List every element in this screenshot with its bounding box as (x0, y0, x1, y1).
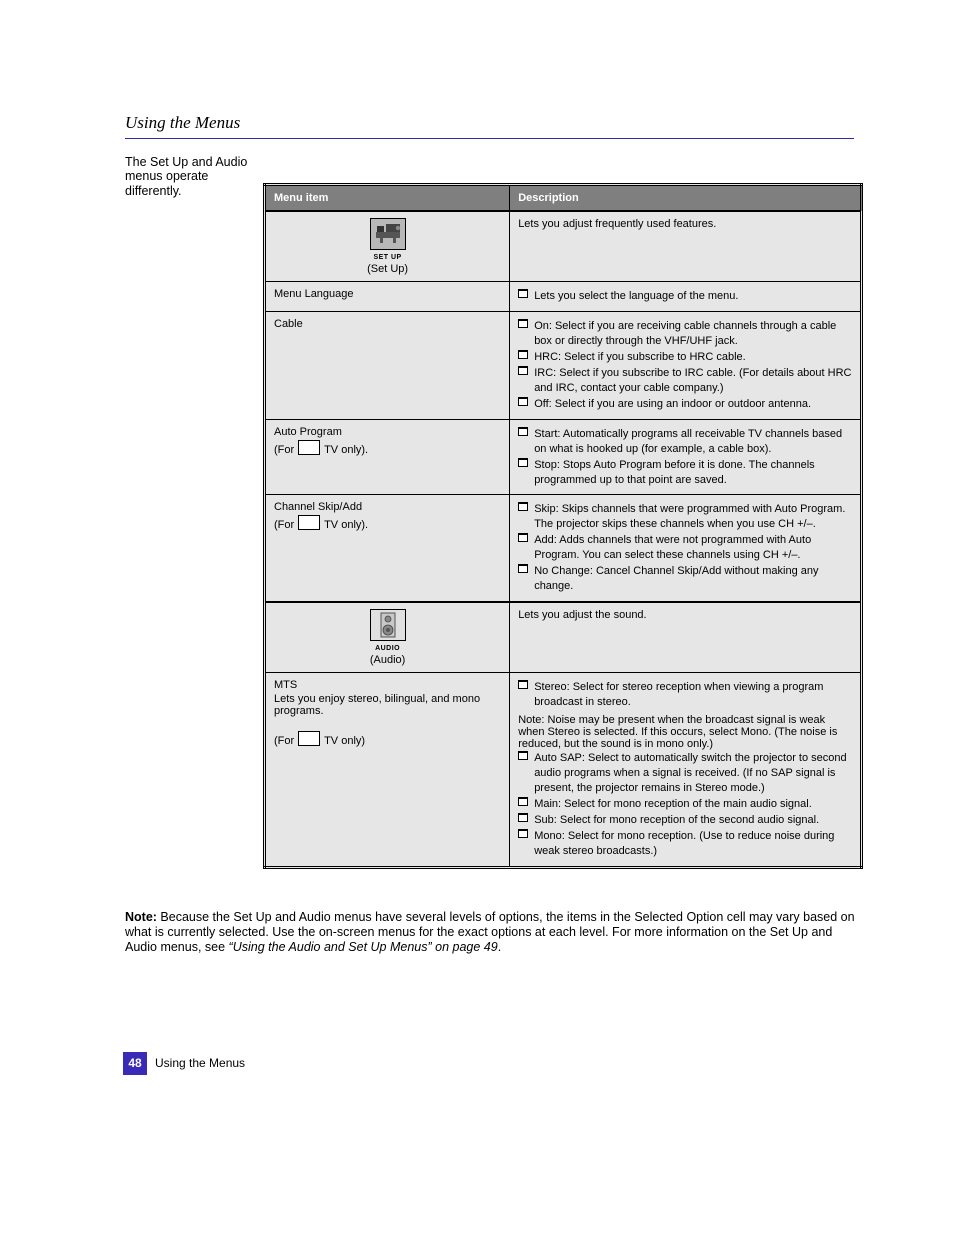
option-item: Skip: Skips channels that were programme… (518, 502, 852, 532)
bullet-icon (518, 427, 528, 436)
option-item: Off: Select if you are using an indoor o… (518, 397, 852, 412)
option-item: IRC: Select if you subscribe to IRC cabl… (518, 366, 852, 396)
bullet-icon (518, 829, 528, 838)
menu-cell: Auto Program(For TV only). (265, 419, 510, 495)
option-note: Note: Noise may be present when the broa… (518, 714, 852, 750)
setup-icon: SET UP (Set Up) (274, 218, 501, 275)
page-number-badge: 48 (123, 1052, 147, 1075)
option-list: Stereo: Select for stereo reception when… (518, 680, 852, 859)
lead-paragraph: The Set Up and Audio menus operate diffe… (125, 155, 255, 198)
option-item: Stop: Stops Auto Program before it is do… (518, 458, 852, 488)
option-item: HRC: Select if you subscribe to HRC cabl… (518, 350, 852, 365)
table-row: Channel Skip/Add(For TV only). Skip: Skip… (265, 495, 862, 602)
option-item: Stereo: Select for stereo reception when… (518, 680, 852, 710)
option-item: Main: Select for mono reception of the m… (518, 797, 852, 812)
bullet-icon (518, 397, 528, 406)
note-label: Note: (125, 910, 157, 924)
option-list: Lets you select the language of the menu… (518, 289, 852, 304)
bullet-icon (518, 751, 528, 760)
bullet-icon (518, 502, 528, 511)
audio-icon: AUDIO (Audio) (274, 609, 501, 666)
header-rule (125, 138, 854, 139)
note-tail: . (498, 940, 501, 954)
desc-cell: On: Select if you are receiving cable ch… (510, 311, 862, 419)
col-header-menu: Menu item (265, 185, 510, 212)
table-header-row: Menu item Description (265, 185, 862, 212)
table-row: Cable On: Select if you are receiving cab… (265, 311, 862, 419)
table-row: AUDIO (Audio) Lets you adjust the sound. (265, 602, 862, 673)
table-row: SET UP (Set Up) Lets you adjust frequent… (265, 211, 862, 282)
bullet-icon (518, 289, 528, 298)
menu-cell: MTSLets you enjoy stereo, bilingual, and… (265, 673, 510, 868)
bullet-icon (518, 350, 528, 359)
desc-cell: Skip: Skips channels that were programme… (510, 495, 862, 602)
menu-cell: Channel Skip/Add(For TV only). (265, 495, 510, 602)
option-item: No Change: Cancel Channel Skip/Add witho… (518, 564, 852, 594)
option-item: Start: Automatically programs all receiv… (518, 427, 852, 457)
option-item: Mono: Select for mono reception. (Use to… (518, 829, 852, 859)
bullet-icon (518, 564, 528, 573)
desc-cell: Lets you adjust the sound. (510, 602, 862, 673)
section-title: Using the Menus (125, 113, 240, 133)
table-row: Menu Language Lets you select the languag… (265, 282, 862, 312)
col-header-desc: Description (510, 185, 862, 212)
menu-table: Menu item Description SET UP (Set Up) Le… (263, 183, 863, 869)
menu-cell: Cable (265, 311, 510, 419)
table-row: MTSLets you enjoy stereo, bilingual, and… (265, 673, 862, 868)
desc-cell: Lets you select the language of the menu… (510, 282, 862, 312)
bullet-icon (518, 680, 528, 689)
bullet-icon (518, 366, 528, 375)
option-item: On: Select if you are receiving cable ch… (518, 319, 852, 349)
option-list: On: Select if you are receiving cable ch… (518, 319, 852, 412)
audio-icon-caption: AUDIO (274, 645, 501, 652)
menu-cell: SET UP (Set Up) (265, 211, 510, 282)
bullet-icon (518, 813, 528, 822)
bullet-icon (518, 458, 528, 467)
bullet-icon (518, 533, 528, 542)
option-item: Sub: Select for mono reception of the se… (518, 813, 852, 828)
footer-text: Using the Menus (155, 1052, 245, 1075)
desc-cell: Stereo: Select for stereo reception when… (510, 673, 862, 868)
option-item: Lets you select the language of the menu… (518, 289, 852, 304)
bottom-note: Note: Because the Set Up and Audio menus… (125, 910, 855, 955)
menu-cell: AUDIO (Audio) (265, 602, 510, 673)
desc-cell: Lets you adjust frequently used features… (510, 211, 862, 282)
menu-cell: Menu Language (265, 282, 510, 312)
option-item: Auto SAP: Select to automatically switch… (518, 751, 852, 796)
option-list: Start: Automatically programs all receiv… (518, 427, 852, 488)
option-item: Add: Adds channels that were not program… (518, 533, 852, 563)
setup-icon-caption: SET UP (274, 254, 501, 261)
note-xref: “Using the Audio and Set Up Menus” on pa… (229, 940, 498, 954)
bullet-icon (518, 797, 528, 806)
option-list: Skip: Skips channels that were programme… (518, 502, 852, 594)
table-row: Auto Program(For TV only). Start: Automat… (265, 419, 862, 495)
desc-cell: Start: Automatically programs all receiv… (510, 419, 862, 495)
bullet-icon (518, 319, 528, 328)
